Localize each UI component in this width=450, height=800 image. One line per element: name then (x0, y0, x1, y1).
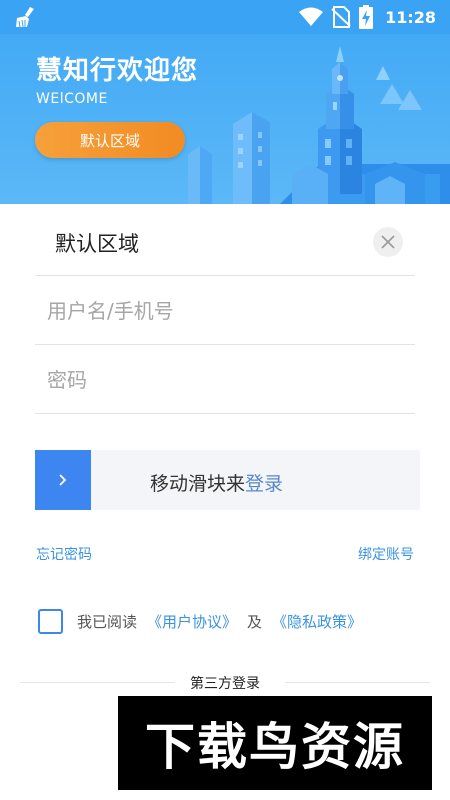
status-bar: 11:28 (0, 0, 450, 34)
battery-charging-icon (359, 5, 374, 29)
username-input[interactable] (35, 277, 415, 345)
privacy-policy-link[interactable]: 《隐私政策》 (272, 611, 362, 632)
third-party-login-title: 第三方登录 (190, 676, 260, 692)
welcome-title: 慧知行欢迎您 (36, 56, 199, 86)
wifi-icon (299, 7, 324, 26)
watermark-text: 下载鸟资源 (145, 718, 405, 776)
agreement-row: 我已阅读 《用户协议》 及 《隐私政策》 (38, 608, 362, 634)
watermark-logo: 下载鸟资源 (118, 696, 432, 790)
user-agreement-link[interactable]: 《用户协议》 (147, 611, 237, 632)
close-icon (381, 235, 395, 249)
slider-handle[interactable] (35, 450, 91, 510)
agreement-prefix: 我已阅读 (77, 612, 138, 631)
agreement-and: 及 (247, 612, 263, 631)
forgot-password-link[interactable]: 忘记密码 (36, 544, 92, 564)
bind-account-link[interactable]: 绑定账号 (358, 544, 414, 564)
welcome-subtitle: WElCOME (36, 91, 108, 107)
region-select-button[interactable]: 默认区域 (35, 122, 185, 158)
slider-label: 移动滑块来登录 (150, 469, 283, 496)
region-value: 默认区域 (55, 232, 139, 256)
password-input[interactable] (35, 346, 415, 414)
clock-time: 11:28 (385, 7, 436, 27)
slider-label-prefix: 移动滑块来 (150, 473, 246, 495)
agreement-checkbox[interactable] (38, 608, 63, 634)
region-field[interactable]: 默认区域 (35, 206, 415, 276)
welcome-banner: 慧知行欢迎您 WElCOME 默认区域 (0, 34, 450, 204)
slider-label-highlight: 登录 (245, 473, 284, 495)
no-sim-icon (331, 6, 351, 28)
chevron-right-icon (59, 474, 67, 486)
cleaner-broom-icon (16, 7, 34, 28)
clear-region-button[interactable] (373, 227, 403, 257)
slide-to-login[interactable]: 移动滑块来登录 (35, 450, 420, 510)
